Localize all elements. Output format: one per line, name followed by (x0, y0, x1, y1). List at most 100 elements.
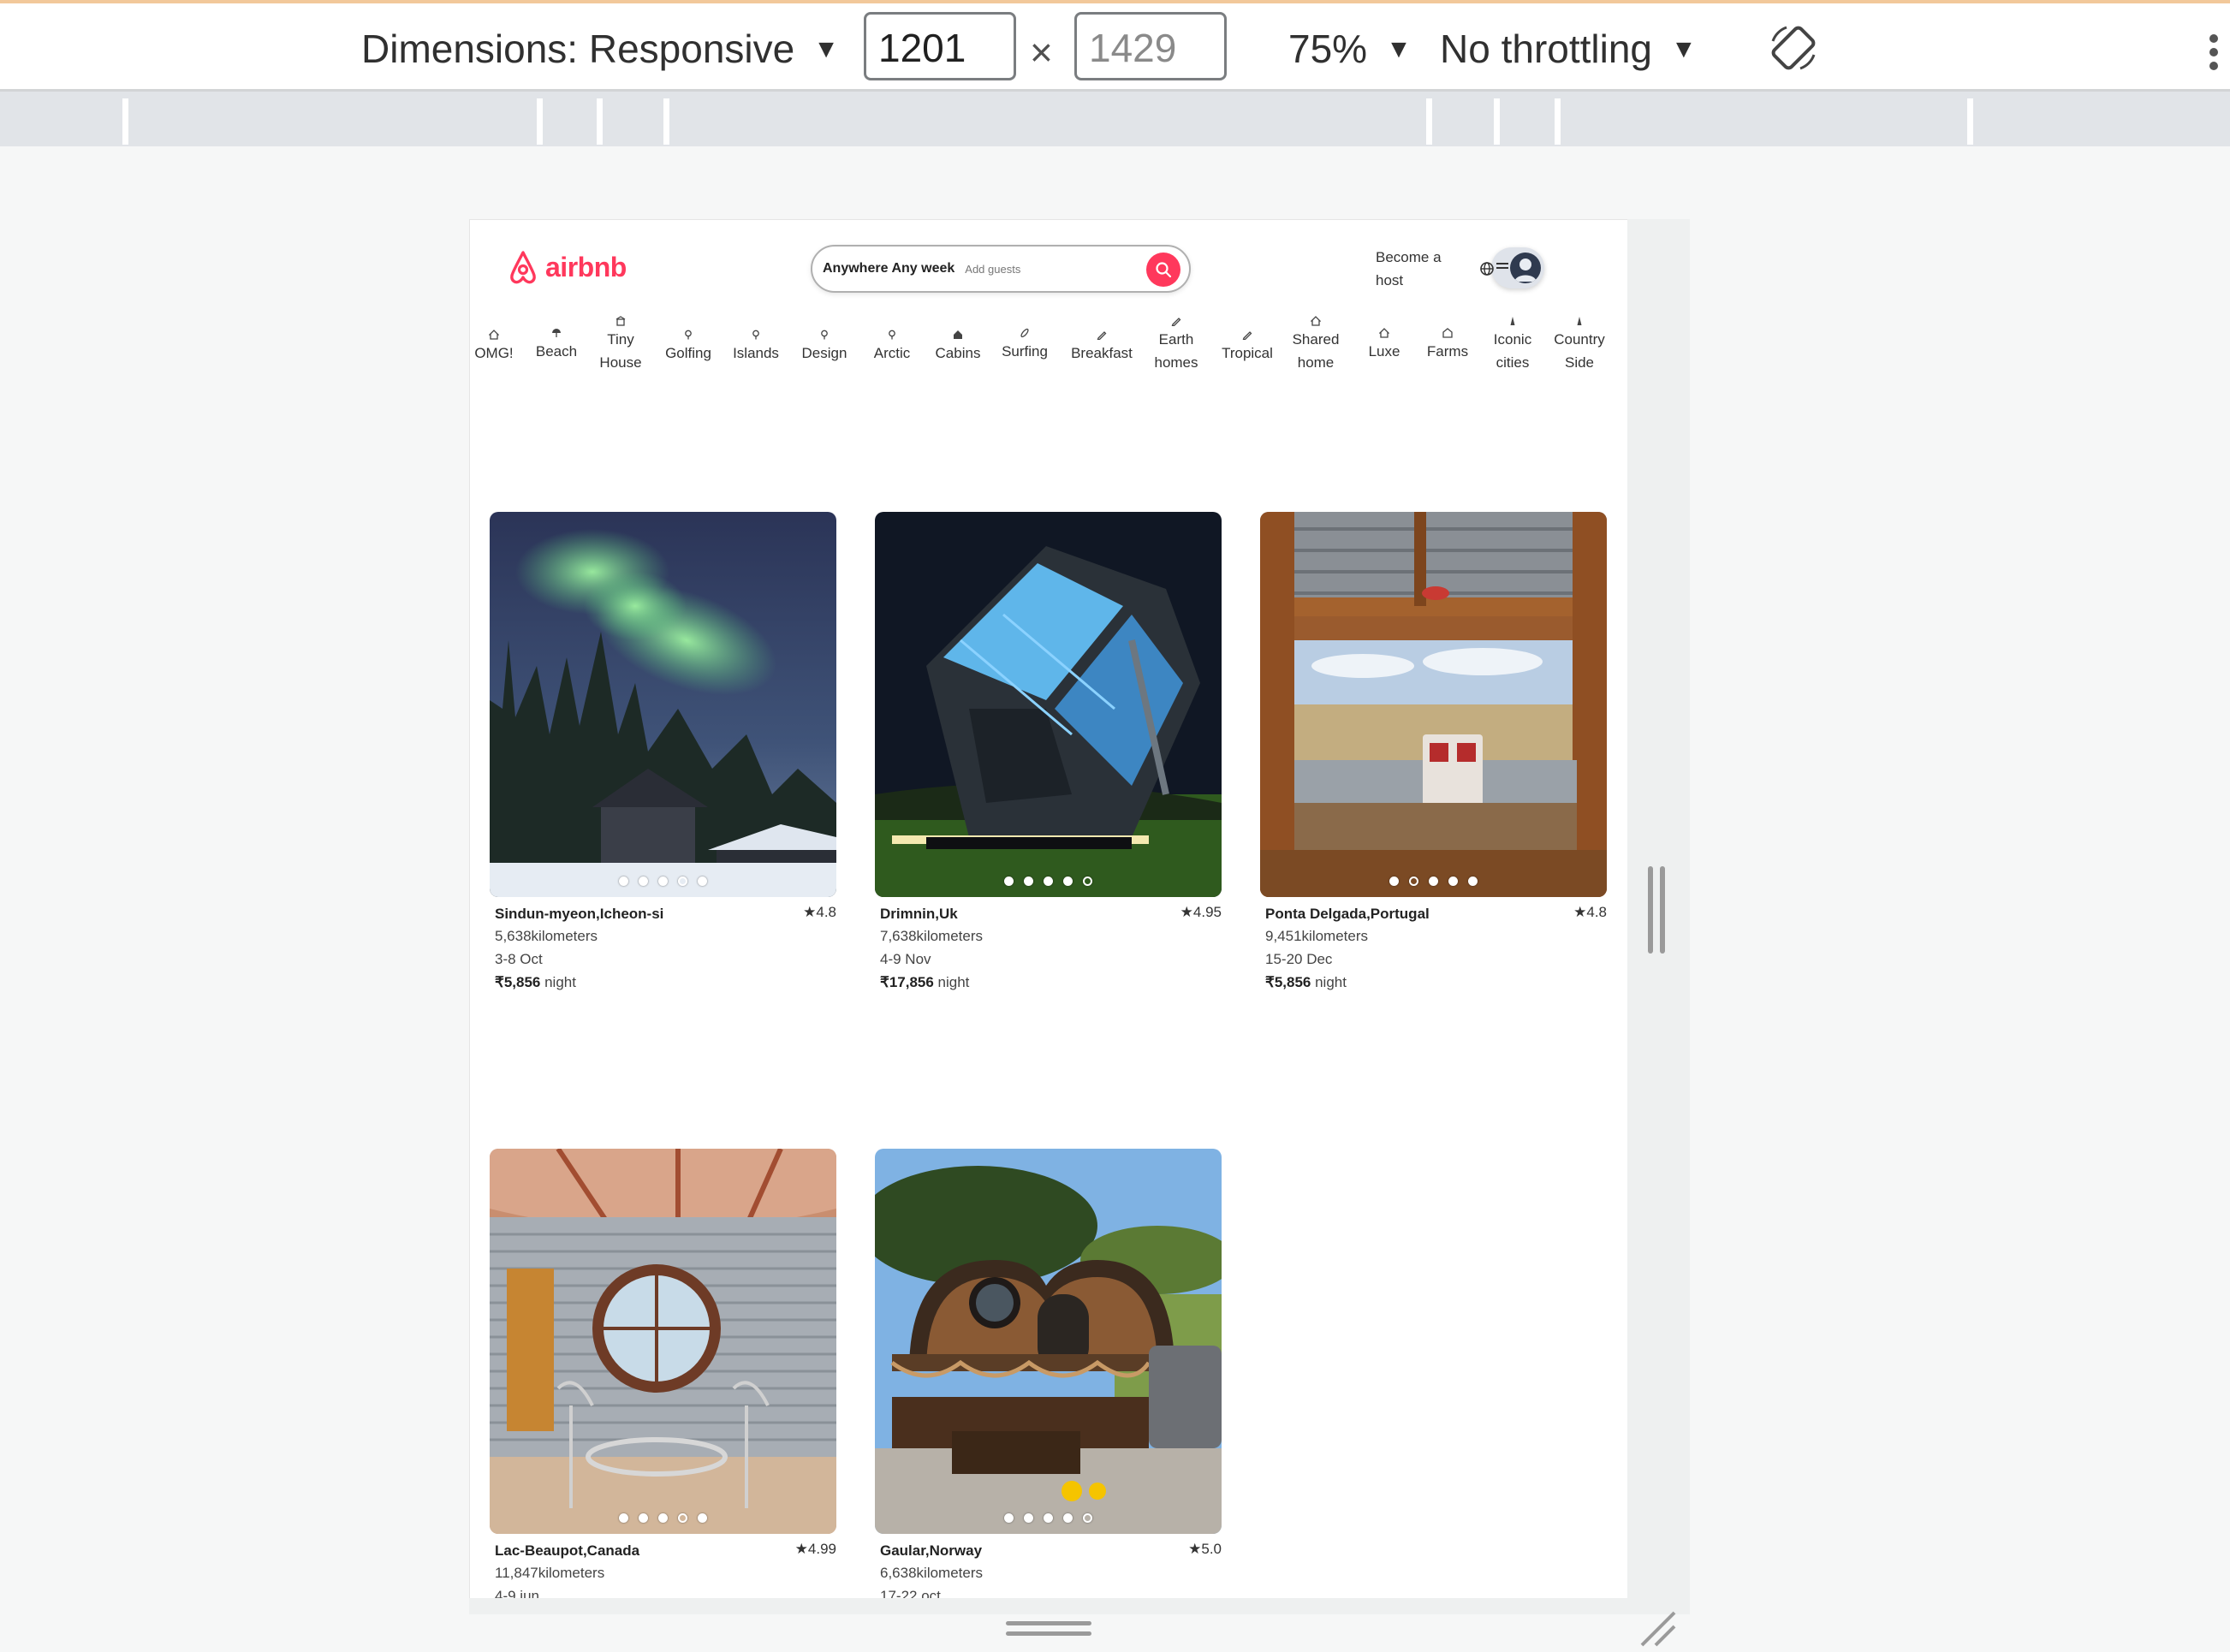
umbrella-icon (552, 329, 561, 337)
rotate-icon[interactable] (1768, 22, 1819, 74)
listing-rating: ★4.8 (803, 904, 836, 921)
cabin-icon (954, 330, 962, 339)
search-anywhere[interactable]: Anywhere (823, 261, 888, 276)
throttling-dropdown[interactable]: No throttling ▼ (1440, 26, 1697, 72)
search-add-guests[interactable]: Add guests (965, 263, 1020, 276)
caret-down-icon: ▼ (1671, 35, 1697, 63)
become-host-link[interactable]: Become a host (1376, 246, 1461, 292)
heart-cabin-image (875, 1149, 1222, 1534)
category-golfing[interactable]: Golfing (661, 330, 716, 365)
category-earth-homes[interactable]: Earth homes (1145, 316, 1208, 374)
category-luxe[interactable]: Luxe (1359, 328, 1410, 363)
barn-icon (1442, 328, 1453, 338)
listing-photo[interactable] (875, 512, 1222, 897)
star-icon: ★ (1180, 904, 1193, 920)
pencil-icon (1097, 331, 1107, 340)
listing-card[interactable]: Sindun-myeon,Icheon-si ★4.8 5,638kilomet… (490, 512, 836, 990)
category-shared-home[interactable]: Shared home (1283, 316, 1348, 374)
search-any-week[interactable]: Any week (891, 261, 954, 276)
hamburger-menu-icon (1496, 263, 1508, 273)
photo-pagination[interactable] (490, 875, 836, 890)
category-surfing[interactable]: Surfing (995, 328, 1055, 363)
category-breakfast[interactable]: Breakfast (1063, 330, 1140, 365)
listing-dates: 4-9 Nov (880, 951, 931, 967)
listing-card[interactable]: Drimnin,Uk ★4.95 7,638kilometers 4-9 Nov… (875, 512, 1222, 990)
grain-bin-hobbit-image (490, 1149, 836, 1534)
category-label: Tropical (1222, 345, 1273, 361)
price-unit: night (540, 974, 576, 990)
viewport-resize-handle-bottom[interactable] (1006, 1621, 1091, 1642)
category-country-side[interactable]: Country Side (1547, 316, 1612, 374)
category-label: Design (801, 345, 847, 361)
category-arctic[interactable]: Arctic (865, 330, 919, 365)
listing-price: ₹5,856 night (1265, 974, 1347, 991)
category-beach[interactable]: Beach (532, 328, 580, 363)
width-input[interactable]: 1201 (864, 12, 1016, 80)
media-query-bar[interactable] (0, 92, 2230, 146)
star-icon: ★ (1188, 1541, 1202, 1557)
airbnb-logo[interactable]: airbnb (508, 247, 627, 287)
porch-prairie-image (1260, 512, 1607, 897)
listing-photo[interactable] (490, 1149, 836, 1534)
caret-down-icon: ▼ (1386, 35, 1412, 63)
photo-pagination[interactable] (875, 1512, 1222, 1527)
pencil-icon (1171, 318, 1181, 326)
photo-pagination[interactable] (490, 1512, 836, 1527)
price-value: ₹5,856 (1265, 974, 1311, 990)
listing-card[interactable]: Ponta Delgada,Portugal ★4.8 9,451kilomet… (1260, 512, 1607, 990)
category-farms[interactable]: Farms (1420, 328, 1475, 363)
category-islands[interactable]: Islands (728, 330, 783, 365)
viewport-resize-corner-icon[interactable] (1637, 1607, 1680, 1650)
device-toolbar: Dimensions: Responsive ▼ 1201 × 1429 75% ▼… (0, 3, 2230, 92)
listing-photo[interactable] (875, 1149, 1222, 1534)
listing-title: Lac-Beaupot,Canada (495, 1542, 640, 1559)
pin-icon (821, 330, 828, 340)
tower-icon (1577, 317, 1582, 325)
dimensions-dropdown[interactable]: Dimensions: Responsive ▼ (361, 26, 839, 72)
photo-pagination[interactable] (875, 875, 1222, 890)
search-bar[interactable]: Anywhere Any week Add guests (811, 245, 1191, 293)
home-icon (1311, 316, 1321, 326)
viewport-resize-handle-right[interactable] (1648, 866, 1667, 954)
listing-card[interactable]: Gaular,Norway ★5.0 6,638kilometers 17-22… (875, 1149, 1222, 1598)
category-label: Farms (1426, 343, 1469, 360)
search-button[interactable] (1146, 253, 1180, 287)
rating-value: 4.99 (807, 1541, 836, 1557)
aurora-cabin-image (490, 512, 836, 897)
category-design[interactable]: Design (797, 330, 852, 365)
category-label: Earth homes (1154, 331, 1198, 371)
category-omg[interactable]: OMG! (470, 330, 518, 365)
category-label: Iconic cities (1493, 331, 1532, 371)
listing-photo[interactable] (490, 512, 836, 897)
pin-icon (752, 330, 759, 340)
home-icon (489, 330, 499, 340)
listing-title: Drimnin,Uk (880, 906, 958, 922)
globe-icon[interactable] (1479, 261, 1495, 276)
star-icon: ★ (803, 904, 817, 920)
rating-value: 4.8 (816, 904, 836, 920)
category-tiny-house[interactable]: Tiny House (595, 316, 646, 374)
more-options-icon[interactable] (2207, 34, 2221, 75)
category-cabins[interactable]: Cabins (929, 330, 987, 365)
category-iconic-cities[interactable]: Iconic cities (1485, 316, 1540, 374)
listing-card[interactable]: Lac-Beaupot,Canada ★4.99 11,847kilometer… (490, 1149, 836, 1598)
house-icon (615, 316, 626, 326)
pin-icon (685, 330, 692, 340)
category-bar: OMG! Beach Tiny House Golfing Islands De… (470, 316, 1627, 384)
listing-rating: ★5.0 (1188, 1541, 1222, 1558)
throttling-label: No throttling (1440, 27, 1653, 71)
category-tropical[interactable]: Tropical (1213, 330, 1282, 365)
height-input[interactable]: 1429 (1074, 12, 1227, 80)
star-icon: ★ (794, 1541, 808, 1557)
listing-rating: ★4.8 (1573, 904, 1607, 921)
listing-photo[interactable] (1260, 512, 1607, 897)
listing-dates: 15-20 Dec (1265, 951, 1333, 967)
zoom-label: 75% (1288, 27, 1368, 71)
times-icon: × (1030, 30, 1053, 74)
photo-pagination[interactable] (1260, 875, 1607, 890)
rating-value: 4.95 (1192, 904, 1222, 920)
category-label: Shared home (1292, 331, 1340, 371)
dimensions-label: Dimensions: Responsive (361, 27, 795, 71)
zoom-dropdown[interactable]: 75% ▼ (1288, 26, 1412, 72)
category-label: Country Side (1554, 331, 1605, 371)
